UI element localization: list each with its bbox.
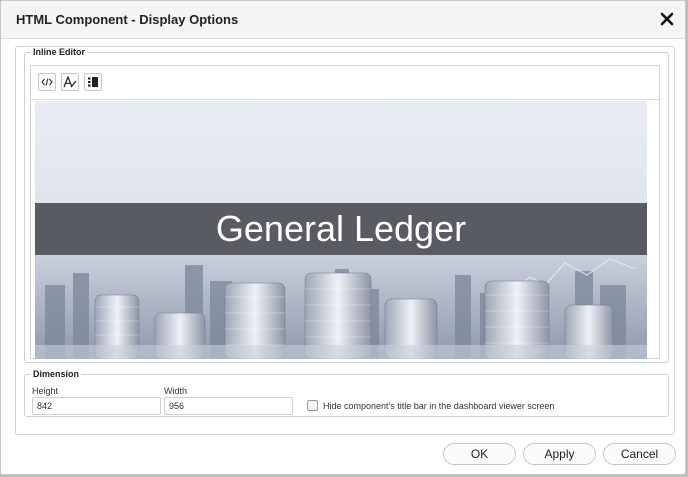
cancel-button[interactable]: Cancel xyxy=(603,443,676,465)
apply-button[interactable]: Apply xyxy=(523,443,596,465)
city-coins-image xyxy=(35,255,647,359)
dialog-title: HTML Component - Display Options xyxy=(16,12,239,27)
width-input[interactable] xyxy=(164,397,293,415)
inline-editor-group: Inline Editor General Ledger xyxy=(24,47,669,363)
ok-button[interactable]: OK xyxy=(443,443,516,465)
hide-title-checkbox[interactable] xyxy=(307,400,318,411)
width-label: Width xyxy=(164,386,188,396)
source-code-button[interactable] xyxy=(38,73,56,91)
inline-editor-frame[interactable]: General Ledger xyxy=(30,65,660,359)
hide-title-option[interactable]: Hide component's title bar in the dashbo… xyxy=(307,400,554,411)
dialog-body: Inline Editor General Ledger Dimension H… xyxy=(15,46,675,435)
inline-editor-legend: Inline Editor xyxy=(33,47,86,57)
hide-title-label: Hide component's title bar in the dashbo… xyxy=(323,400,555,411)
close-icon xyxy=(660,12,674,26)
height-input[interactable] xyxy=(32,397,161,415)
text-style-button[interactable] xyxy=(61,73,79,91)
editor-toolbar xyxy=(31,66,659,100)
text-style-icon xyxy=(63,76,77,88)
display-options-dialog: HTML Component - Display Options Inline … xyxy=(0,0,686,475)
banner-title: General Ledger xyxy=(215,208,467,249)
list-icon xyxy=(88,77,98,87)
dimension-legend: Dimension xyxy=(33,369,80,379)
dialog-titlebar: HTML Component - Display Options xyxy=(1,1,685,39)
close-button[interactable] xyxy=(657,9,677,29)
code-icon xyxy=(41,78,53,86)
height-label: Height xyxy=(32,386,59,396)
general-ledger-banner: General Ledger xyxy=(35,101,647,359)
dimension-group: Dimension Height Width Hide component's … xyxy=(24,369,669,417)
blocks-button[interactable] xyxy=(84,73,102,91)
